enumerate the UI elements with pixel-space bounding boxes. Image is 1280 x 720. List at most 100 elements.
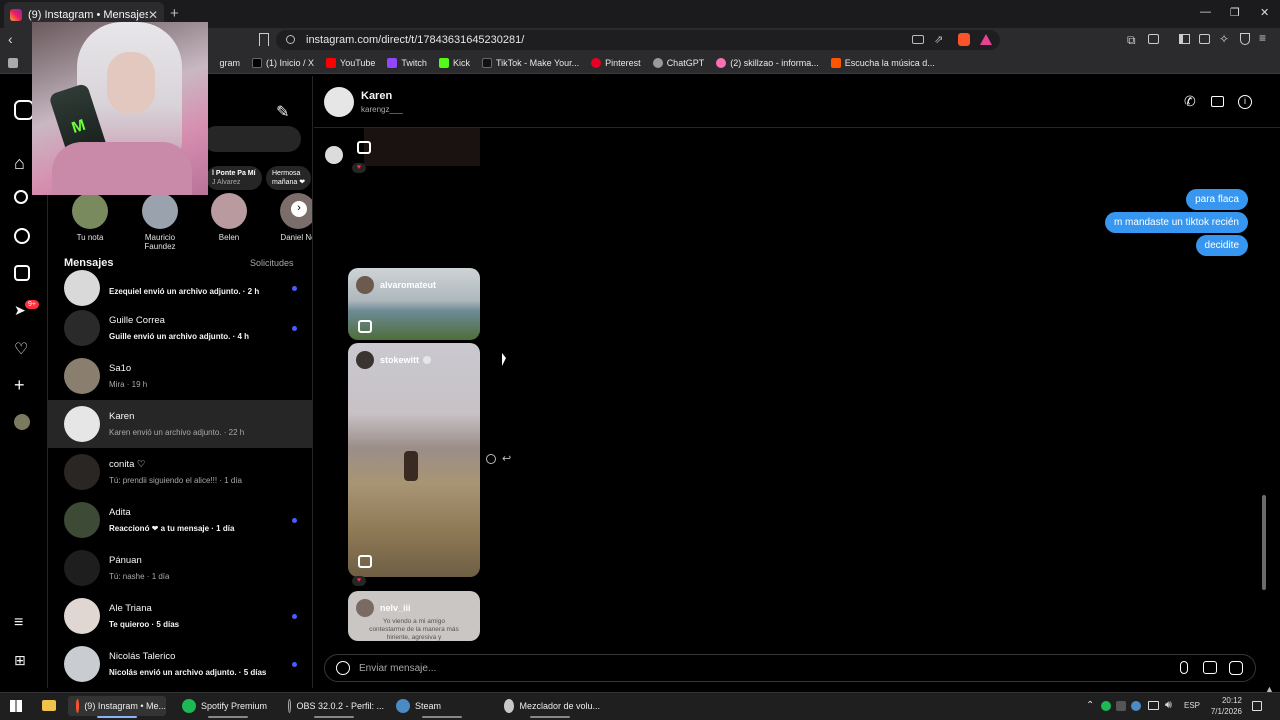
- bookmark-item[interactable]: ChatGPT: [652, 57, 704, 68]
- search-input[interactable]: [203, 126, 301, 152]
- chat-name[interactable]: Karen: [361, 90, 392, 102]
- brave-shields-icon[interactable]: [958, 33, 970, 46]
- conversation-item[interactable]: Sa1o Mira · 19 h: [48, 352, 312, 400]
- sticker-icon[interactable]: [1229, 661, 1243, 675]
- heart-reaction[interactable]: ♥: [352, 163, 366, 173]
- avatar: [72, 193, 108, 229]
- conversation-item[interactable]: conita ♡ Tú: prendii siguiendo el alice!!…: [48, 448, 312, 496]
- taskbar-item-steam[interactable]: Steam: [392, 696, 492, 718]
- home-icon[interactable]: ⌂: [14, 153, 34, 173]
- outgoing-message[interactable]: decidite: [1195, 235, 1248, 256]
- shared-reel-card[interactable]: alvaromateut: [348, 268, 480, 340]
- windows-start-icon[interactable]: [10, 700, 22, 712]
- back-icon[interactable]: ‹: [8, 31, 13, 47]
- vpn-shield-icon[interactable]: [1240, 33, 1250, 45]
- clock-date[interactable]: 7/1/2026: [1206, 707, 1242, 716]
- message-input[interactable]: Enviar mensaje...: [359, 663, 436, 674]
- conversation-info-icon[interactable]: i: [1238, 95, 1252, 109]
- story-item[interactable]: Daniel No: [268, 193, 312, 242]
- chat-avatar[interactable]: [324, 87, 354, 117]
- note-bubble[interactable]: l Ponte Pa Mí J Alvarez: [206, 166, 262, 190]
- search-icon[interactable]: [14, 190, 28, 204]
- heart-reaction[interactable]: ♥: [352, 576, 366, 586]
- bookmark-item[interactable]: YouTube: [326, 57, 375, 68]
- story-item[interactable]: Tu nota: [60, 193, 120, 242]
- taskbar-item-spotify[interactable]: Spotify Premium: [178, 696, 278, 718]
- taskbar-item-instagram[interactable]: (9) Instagram • Me...: [68, 696, 166, 718]
- bookmark-item[interactable]: (2) skillzao - informa...: [716, 57, 819, 68]
- audio-call-icon[interactable]: ✆: [1184, 93, 1196, 110]
- tab-search-icon[interactable]: [1148, 34, 1159, 44]
- bookmark-item[interactable]: (1) Inicio / X: [252, 57, 314, 68]
- cast-icon[interactable]: [912, 35, 924, 44]
- tray-overflow-icon[interactable]: ⌃: [1086, 700, 1094, 711]
- bookmark-icon[interactable]: [259, 33, 269, 46]
- instagram-logo-icon[interactable]: [14, 100, 34, 120]
- file-explorer-icon[interactable]: [42, 700, 56, 711]
- bookmark-item[interactable]: Kick: [438, 57, 470, 68]
- bookmark-item[interactable]: gram: [220, 58, 241, 68]
- conversation-item[interactable]: Guille Correa Guille envió un archivo adj…: [48, 304, 312, 352]
- reels-icon[interactable]: [14, 265, 30, 281]
- conversation-item[interactable]: Ale Triana Te quieroo · 5 días: [48, 592, 312, 640]
- profile-avatar[interactable]: [14, 414, 30, 430]
- tray-steam-icon[interactable]: [1131, 701, 1141, 711]
- bookmark-item[interactable]: TikTok - Make Your...: [481, 57, 579, 68]
- folder-icon[interactable]: [8, 57, 22, 68]
- threads-icon[interactable]: ⊞: [14, 652, 34, 672]
- chat-scrollbar[interactable]: [1260, 130, 1268, 640]
- conversation-item[interactable]: Pánuan Tú: nashe · 1 día: [48, 544, 312, 592]
- close-window-icon[interactable]: ✕: [1260, 6, 1269, 19]
- story-item[interactable]: Mauricio Faundez: [130, 193, 190, 251]
- taskbar-item-volume-mixer[interactable]: Mezclador de volu...: [500, 696, 600, 718]
- photo-upload-icon[interactable]: [1203, 661, 1217, 674]
- clock-time[interactable]: 20:12: [1206, 696, 1242, 705]
- shared-reel-card[interactable]: nelv_iii Yo viendo a mi amigo contestarm…: [348, 591, 480, 641]
- tray-discord-icon[interactable]: [1116, 701, 1126, 711]
- conversation-item[interactable]: Adita Reaccionó ❤ a tu mensaje · 1 día: [48, 496, 312, 544]
- story-item[interactable]: Belen: [199, 193, 259, 242]
- note-bubble[interactable]: Hermosa mañana ❤: [266, 166, 312, 190]
- conversation-item[interactable]: Nicolás Talerico Nicolás envió un archivo…: [48, 640, 312, 688]
- voice-message-icon[interactable]: [1180, 661, 1188, 674]
- new-tab-button[interactable]: +: [170, 5, 179, 22]
- more-menu-icon[interactable]: ≡: [14, 614, 34, 634]
- restore-window-icon[interactable]: ❐: [1230, 6, 1240, 19]
- notifications-heart-icon[interactable]: ♡: [14, 339, 34, 359]
- reel-preview-top[interactable]: [364, 128, 480, 166]
- bookmark-item[interactable]: Pinterest: [591, 57, 641, 68]
- stories-next-button[interactable]: ›: [291, 201, 307, 217]
- reply-icon[interactable]: ↩: [502, 452, 511, 465]
- notification-center-icon[interactable]: [1252, 701, 1262, 711]
- close-tab-icon[interactable]: ✕: [148, 8, 158, 22]
- language-indicator[interactable]: ESP: [1184, 701, 1200, 710]
- address-bar[interactable]: instagram.com/direct/t/17843631645230281…: [276, 30, 1000, 50]
- tray-spotify-icon[interactable]: [1101, 701, 1111, 711]
- scrollbar-thumb[interactable]: [1262, 495, 1266, 590]
- react-emoji-icon[interactable]: [486, 454, 496, 464]
- create-icon[interactable]: +: [14, 375, 34, 395]
- explore-icon[interactable]: [14, 228, 30, 244]
- network-icon[interactable]: [1148, 701, 1159, 710]
- conversation-item[interactable]: Karen Karen envió un archivo adjunto. · 2…: [48, 400, 312, 448]
- emoji-picker-icon[interactable]: [336, 661, 350, 675]
- taskbar-item-obs[interactable]: OBS 32.0.2 - Perfil: ...: [284, 696, 384, 718]
- shared-reel-card[interactable]: stokewitt: [348, 343, 480, 577]
- bookmark-item[interactable]: Twitch: [387, 57, 427, 68]
- leo-ai-icon[interactable]: ✧: [1219, 32, 1229, 46]
- brave-rewards-icon[interactable]: [980, 34, 992, 45]
- site-info-icon[interactable]: [286, 35, 295, 44]
- sidebar-toggle-icon[interactable]: [1179, 34, 1190, 44]
- wallet-icon[interactable]: [1199, 34, 1210, 44]
- menu-icon[interactable]: ≡: [1259, 31, 1266, 45]
- outgoing-message[interactable]: m mandaste un tiktok recién: [1104, 212, 1248, 233]
- new-message-icon[interactable]: ✎: [276, 102, 289, 122]
- bookmark-item[interactable]: Escucha la música d...: [830, 57, 935, 68]
- video-call-icon[interactable]: [1211, 96, 1224, 107]
- minimize-window-icon[interactable]: —: [1200, 6, 1211, 18]
- outgoing-message[interactable]: para flaca: [1186, 189, 1248, 210]
- extensions-icon[interactable]: ⧉: [1127, 33, 1136, 48]
- volume-icon[interactable]: 🔊︎: [1165, 699, 1172, 712]
- message-composer[interactable]: Enviar mensaje...: [324, 654, 1256, 682]
- share-icon[interactable]: ⇗: [934, 33, 943, 46]
